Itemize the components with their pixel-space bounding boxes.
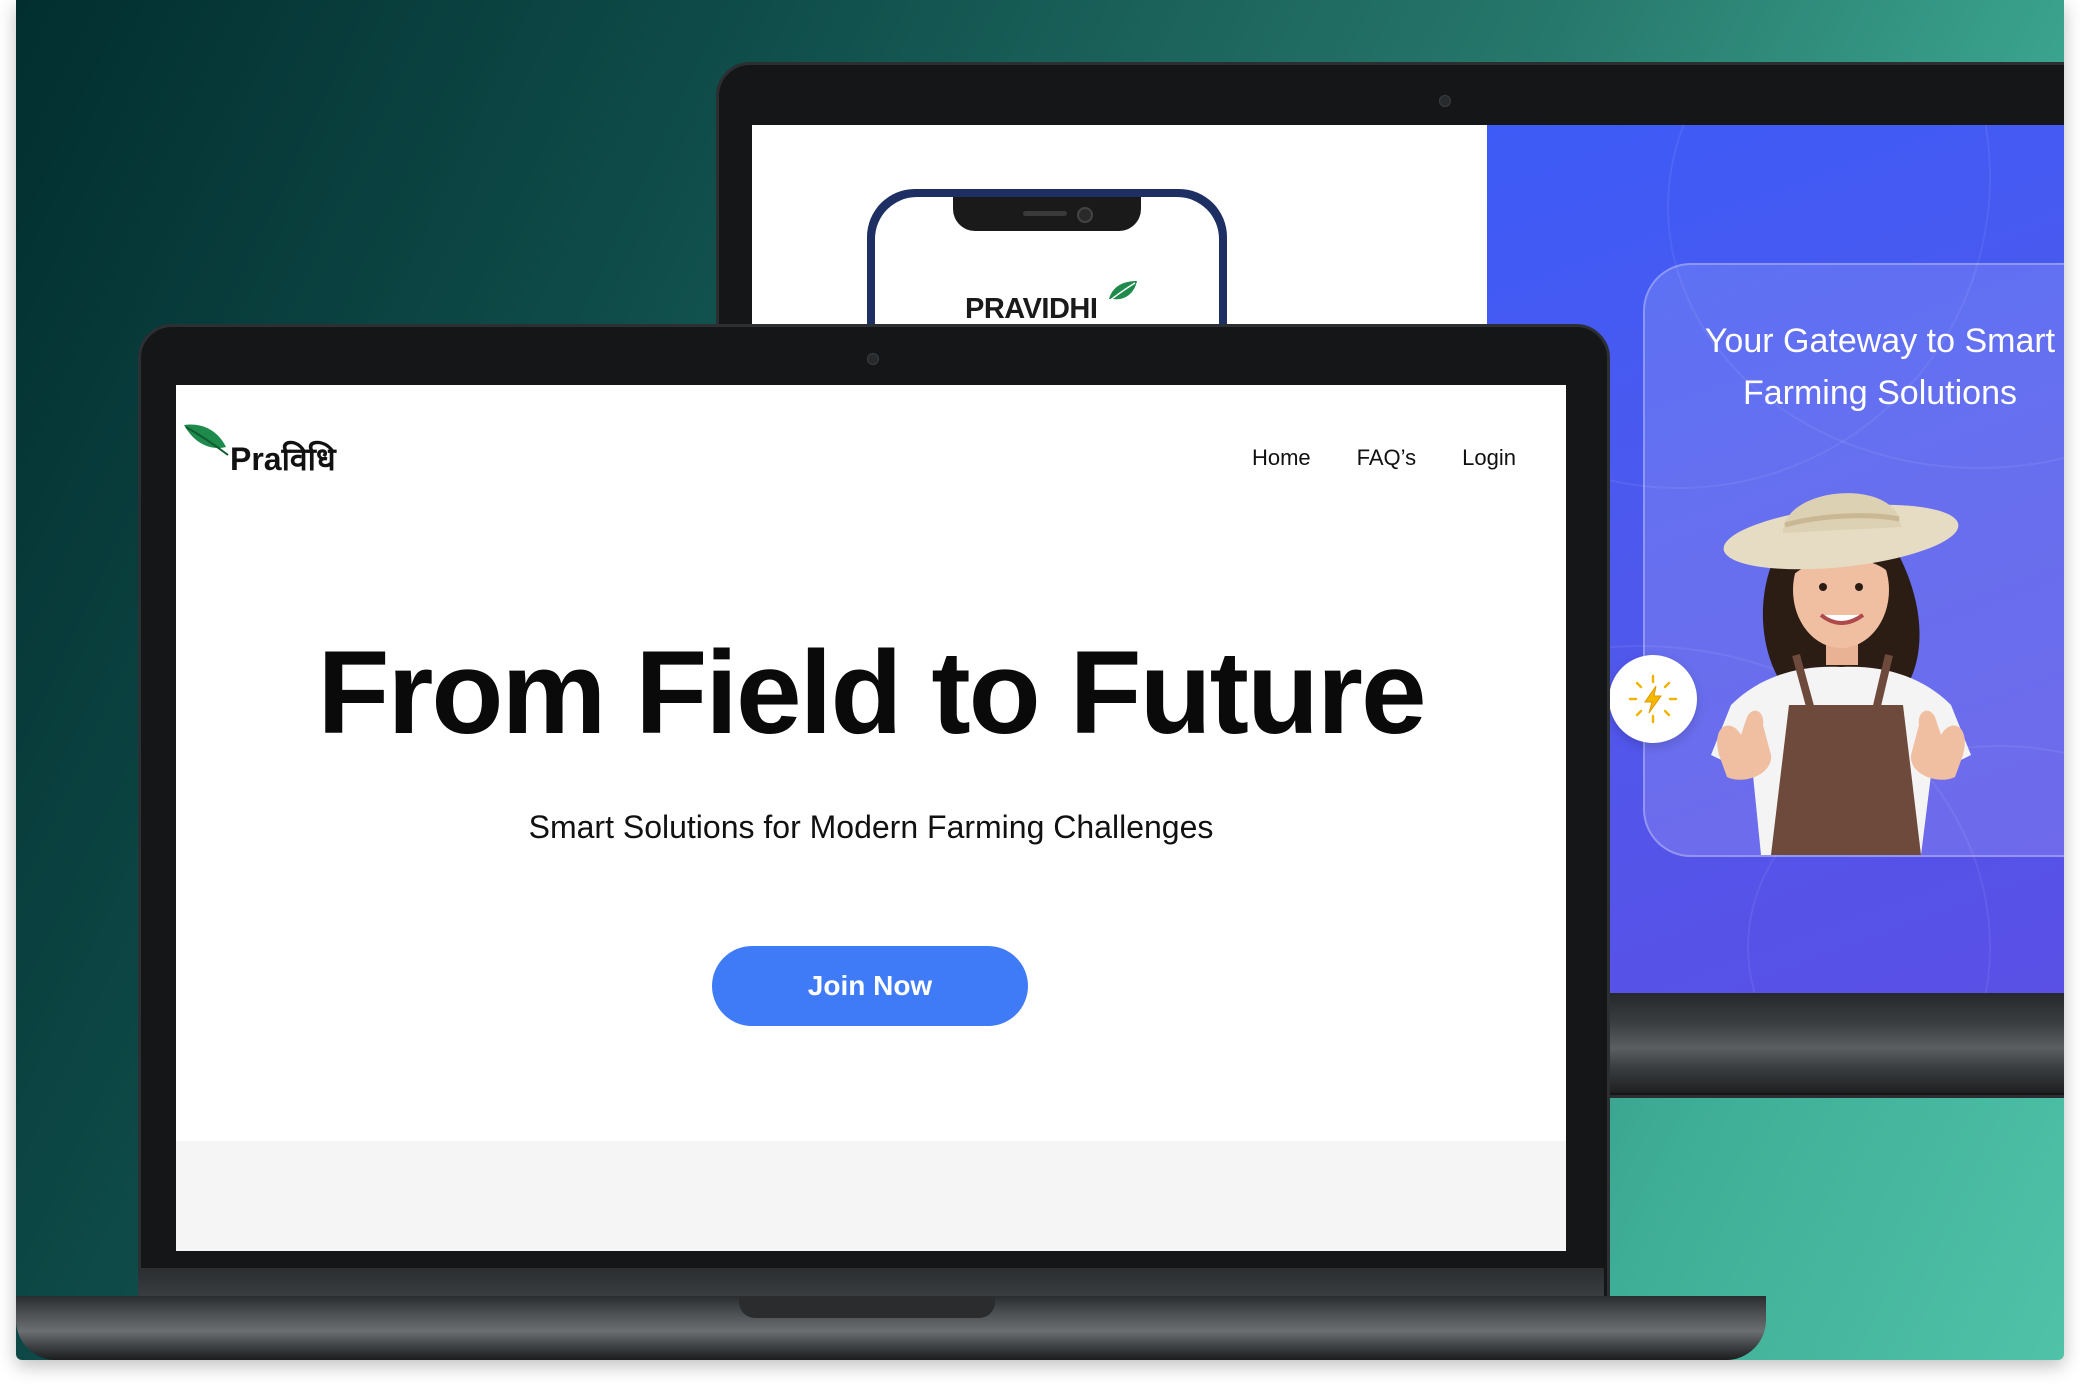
phone-camera xyxy=(1077,207,1093,223)
phone-notch xyxy=(953,197,1141,231)
phone-logo-text: PRAVIDHI xyxy=(965,293,1098,325)
front-laptop-camera xyxy=(867,353,879,365)
site-navbar: Praविधि Home FAQ’s Login xyxy=(176,385,1566,495)
front-laptop-notch xyxy=(739,1296,995,1318)
leaf-icon xyxy=(184,424,229,456)
brand-name: Praविधि xyxy=(230,441,336,477)
nav-login-link[interactable]: Login xyxy=(1462,445,1516,471)
back-laptop-camera xyxy=(1439,95,1451,107)
nav-home-link[interactable]: Home xyxy=(1252,445,1311,471)
hero-subtitle: Smart Solutions for Modern Farming Chall… xyxy=(528,809,1214,845)
lower-section xyxy=(176,1141,1566,1251)
farmer-image xyxy=(1711,493,1971,855)
nav-faq-link[interactable]: FAQ’s xyxy=(1357,445,1417,471)
leaf-icon xyxy=(1108,281,1137,302)
front-laptop-screen: Praविधि Home FAQ’s Login From Field to F… xyxy=(176,385,1566,1251)
hero-title: From Field to Future xyxy=(317,627,1426,759)
join-now-button[interactable]: Join Now xyxy=(712,946,1028,1026)
device-mockup-scene: PRAVIDHI Your Gateway to Smart Farming S… xyxy=(16,0,2064,1360)
phone-speaker xyxy=(1023,211,1067,216)
front-laptop-hinge xyxy=(138,1268,1604,1296)
front-laptop: Praविधि Home FAQ’s Login From Field to F… xyxy=(138,324,1610,1320)
nav-links: Home FAQ’s Login xyxy=(1252,445,1516,471)
promo-title: Your Gateway to Smart Farming Solutions xyxy=(1704,322,2056,412)
promo-card: Your Gateway to Smart Farming Solutions xyxy=(1609,263,2064,857)
